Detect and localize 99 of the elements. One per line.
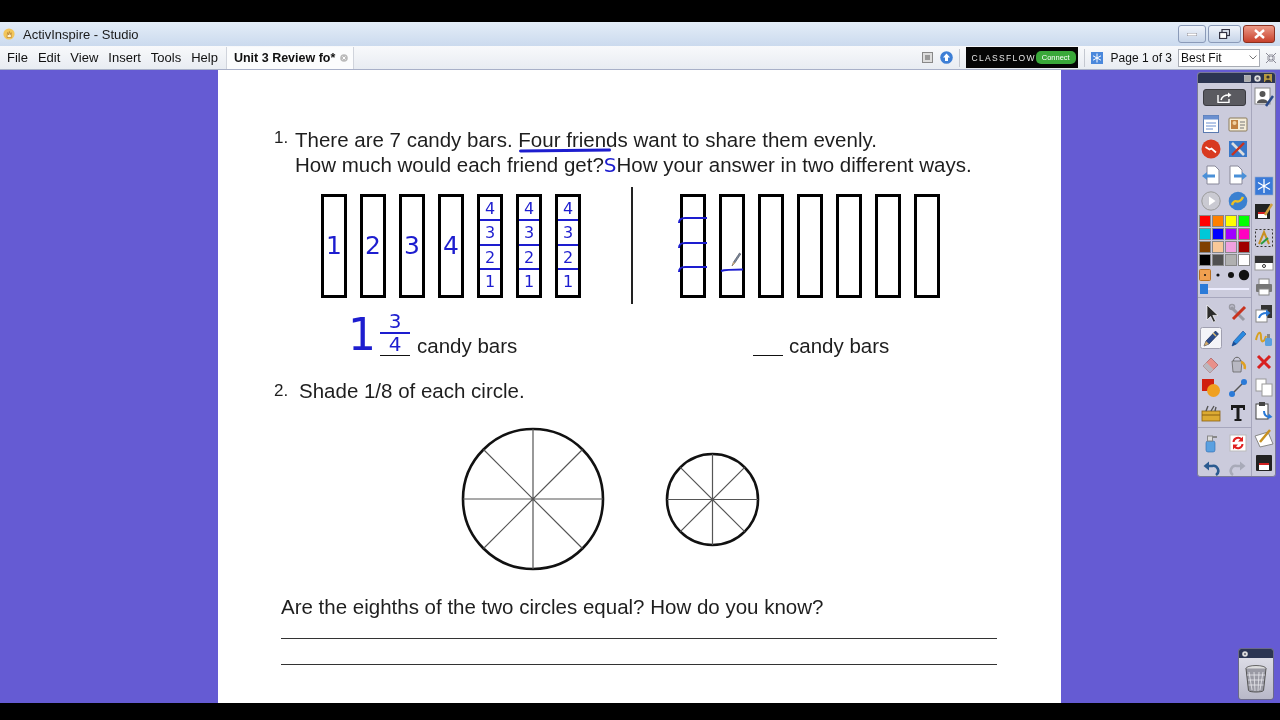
pin-dot-icon[interactable] xyxy=(1242,650,1248,657)
question-text: Are the eighths of the two circles equal? How do you know? xyxy=(281,595,824,619)
pen-cursor-icon xyxy=(731,251,741,267)
previous-page-icon[interactable] xyxy=(1201,165,1222,185)
swatch-icon[interactable] xyxy=(1199,254,1211,266)
document-tab[interactable]: Unit 3 Review fo* xyxy=(225,46,355,69)
toggle-dot-icon[interactable] xyxy=(1254,74,1261,82)
handwritten-digit: 2 xyxy=(558,245,578,270)
swatch-icon[interactable] xyxy=(1225,228,1237,240)
swatch-icon[interactable] xyxy=(1212,254,1224,266)
fill-in-line xyxy=(380,355,410,356)
pen-icon[interactable] xyxy=(1200,326,1223,349)
handwritten-digit: 3 xyxy=(519,221,539,246)
swatch-icon[interactable] xyxy=(1238,215,1250,227)
slider-thumb[interactable] xyxy=(1200,284,1208,294)
pen-width-icon[interactable] xyxy=(1238,269,1251,281)
page-indicator: Page 1 of 3 xyxy=(1110,50,1172,65)
menu-item[interactable]: Insert xyxy=(103,50,146,65)
question-number: 2. xyxy=(274,380,290,402)
close-icon[interactable] xyxy=(340,53,349,62)
ink-strokes-icon xyxy=(677,214,708,273)
handwritten-digit: 1 xyxy=(522,271,536,293)
menu-item[interactable]: File xyxy=(2,50,33,65)
handwritten-digit: 1 xyxy=(483,271,497,293)
close-icon xyxy=(1253,29,1265,39)
handwritten-digit: 1 xyxy=(561,271,575,293)
handwritten-digit: 4 xyxy=(519,196,539,221)
disc-icon[interactable] xyxy=(1201,139,1222,159)
width-slider[interactable] xyxy=(1200,284,1249,294)
handwritten-digit: 4 xyxy=(558,196,578,221)
handwritten-digit: 1 xyxy=(326,231,342,260)
floppy-pen-icon[interactable] xyxy=(1253,201,1274,221)
handwritten-digit: 2 xyxy=(519,245,539,270)
restore-icon xyxy=(1219,29,1230,39)
user-icon[interactable] xyxy=(1264,74,1272,82)
restore-button[interactable] xyxy=(1208,25,1241,43)
save-icon[interactable] xyxy=(1253,453,1274,473)
export-icon xyxy=(1217,91,1232,103)
question-number: 1. xyxy=(274,128,290,148)
swatch-icon[interactable] xyxy=(1212,215,1224,227)
swatch-icon[interactable] xyxy=(1225,241,1237,253)
collapse-arrows-icon[interactable] xyxy=(1265,51,1277,64)
snowflake-icon[interactable] xyxy=(1090,51,1103,64)
brand-name: CLASSFLOW xyxy=(971,52,1036,63)
caret-icon xyxy=(1249,55,1257,60)
pen-width-icon[interactable] xyxy=(1198,269,1211,281)
dashed-selection-icon[interactable] xyxy=(1253,228,1274,248)
swatch-icon[interactable] xyxy=(1238,228,1250,240)
question-text: Shade 1/8 of each circle. xyxy=(299,379,525,403)
handwritten-denominator: 4 xyxy=(388,334,402,355)
menu-item[interactable]: View xyxy=(65,50,104,65)
swatch-icon[interactable] xyxy=(1212,241,1224,253)
play-icon[interactable] xyxy=(1201,191,1222,211)
upload-icon[interactable] xyxy=(939,51,953,64)
swatch-icon[interactable] xyxy=(1238,254,1250,266)
zoom-select[interactable]: Best Fit xyxy=(1178,48,1260,67)
swatch-icon[interactable] xyxy=(1212,228,1224,240)
user-pen-icon[interactable] xyxy=(1253,87,1274,107)
handwritten-digit: 3 xyxy=(558,221,578,246)
swatch-icon[interactable] xyxy=(1199,228,1211,240)
globe-swirl-icon[interactable] xyxy=(1227,191,1248,211)
handwritten-digit: 4 xyxy=(443,231,459,260)
answer-label: candy bars xyxy=(417,335,518,357)
page-arrow-icon[interactable] xyxy=(1253,303,1274,323)
menu-item[interactable]: Edit xyxy=(32,50,66,65)
question-text: There are 7 candy bars. Four friends want to share them evenly. xyxy=(295,127,877,152)
wrench-screwdriver-icon[interactable] xyxy=(1227,139,1248,159)
trash-can-icon[interactable] xyxy=(1245,665,1267,693)
swatch-icon[interactable] xyxy=(1199,215,1211,227)
clipboard-arrow-icon[interactable] xyxy=(1253,401,1274,421)
window-icon[interactable] xyxy=(921,52,933,63)
swatch-icon[interactable] xyxy=(1199,241,1211,253)
refresh-icon[interactable] xyxy=(1227,433,1248,453)
minimize-icon xyxy=(1187,32,1197,36)
handwritten-numerator: 3 xyxy=(380,311,410,334)
share-button[interactable] xyxy=(1203,88,1246,106)
handwritten-digit: 3 xyxy=(404,231,420,260)
swatch-icon[interactable] xyxy=(1238,241,1250,253)
printer-icon[interactable] xyxy=(1253,277,1274,297)
fill-in-line xyxy=(753,355,783,356)
screen-shade-icon[interactable] xyxy=(1253,253,1274,273)
answer-label: candy bars xyxy=(789,335,890,357)
swatch-icon[interactable] xyxy=(1225,215,1237,227)
page-browser-icon[interactable] xyxy=(1201,113,1222,134)
next-page-icon[interactable] xyxy=(1227,165,1248,185)
snowflake-icon[interactable] xyxy=(1253,176,1274,196)
handwritten-digit: 2 xyxy=(365,231,381,260)
menu-item[interactable]: Tools xyxy=(145,50,187,65)
ink-stroke-icon xyxy=(720,267,744,272)
window-title: ActivInspire - Studio xyxy=(23,26,139,42)
swatch-icon[interactable] xyxy=(1225,254,1237,266)
app-logo-icon xyxy=(3,28,15,40)
handwritten-whole-number: 1 xyxy=(348,313,376,357)
menu-item[interactable]: Help xyxy=(186,50,223,65)
close-button[interactable] xyxy=(1243,25,1275,43)
handwritten-digit: 4 xyxy=(480,196,500,221)
handwritten-digit: 2 xyxy=(480,245,500,270)
handwritten-digit: 3 xyxy=(480,221,500,246)
question-text: How much would each friend get?SHow your answer in two different ways. xyxy=(295,152,972,178)
